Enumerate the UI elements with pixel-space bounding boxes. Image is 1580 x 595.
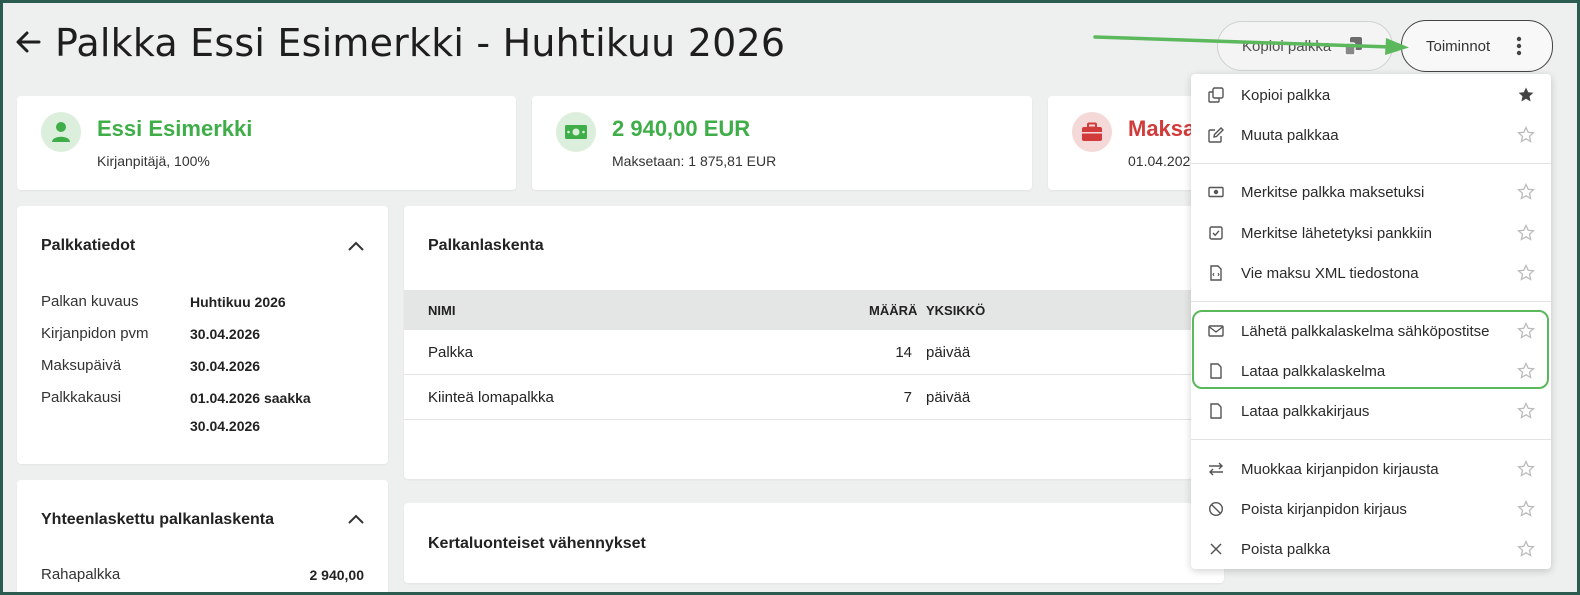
column-header-amount: MÄÄRÄ (869, 303, 918, 318)
chevron-up-icon[interactable] (348, 241, 364, 251)
menu-item-edit-posting[interactable]: Muokkaa kirjanpidon kirjausta (1191, 449, 1551, 489)
app-window: Palkka Essi Esimerkki - Huhtikuu 2026 Ko… (3, 3, 1577, 592)
person-icon (41, 112, 81, 152)
cell-amount: 7 (903, 389, 912, 406)
star-filled-icon[interactable] (1517, 86, 1535, 104)
star-outline-icon[interactable] (1517, 224, 1535, 242)
briefcase-icon (1072, 112, 1112, 152)
page-title: Palkka Essi Esimerkki - Huhtikuu 2026 (55, 21, 786, 65)
employee-summary-card: Essi Esimerkki Kirjanpitäjä, 100% (17, 96, 516, 190)
kv-label: Palkkakausi (41, 389, 122, 406)
kv-value: 30.04.2026 (190, 358, 261, 374)
menu-item-label: Merkitse lähetetyksi pankkiin (1241, 225, 1432, 242)
menu-divider (1191, 301, 1551, 302)
table-header: NIMI MÄÄRÄ YKSIKKÖ (404, 290, 1224, 330)
edit-icon (1208, 127, 1224, 143)
kv-label: Palkan kuvaus (41, 293, 139, 310)
summary-calc-panel: Yhteenlaskettu palkanlaskenta Rahapalkka… (17, 480, 388, 592)
cell-unit: päivää (926, 344, 971, 361)
column-header-name: NIMI (428, 303, 456, 318)
menu-item-label: Poista palkka (1241, 541, 1331, 558)
xml-file-icon (1210, 265, 1222, 281)
kv-label: Maksupäivä (41, 357, 122, 374)
back-arrow-icon[interactable] (13, 27, 43, 57)
menu-item-label: Merkitse palkka maksetuksi (1241, 184, 1425, 201)
table-row[interactable]: Palkka 14 päivää (404, 330, 1224, 375)
employee-name: Essi Esimerkki (97, 116, 253, 141)
menu-item-copy-salary[interactable]: Kopioi palkka (1191, 75, 1551, 115)
menu-item-label: Poista kirjanpidon kirjaus (1241, 501, 1407, 518)
star-outline-icon[interactable] (1517, 264, 1535, 282)
file-icon (1210, 403, 1222, 419)
ban-icon (1208, 501, 1224, 517)
menu-item-delete-salary[interactable]: Poista palkka (1191, 529, 1551, 569)
gross-amount: 2 940,00 EUR (612, 116, 751, 141)
menu-item-download-posting[interactable]: Lataa palkkakirjaus (1191, 391, 1551, 431)
star-outline-icon[interactable] (1517, 500, 1535, 518)
kv-label: Kirjanpidon pvm (41, 325, 149, 342)
menu-item-label: Muuta palkkaa (1241, 127, 1339, 144)
annotation-highlight-box (1192, 310, 1549, 389)
kv-value: 01.04.2026 saakka (190, 390, 311, 406)
deductions-panel: Kertaluonteiset vähennykset (404, 503, 1224, 583)
star-outline-icon[interactable] (1517, 460, 1535, 478)
cell-name: Palkka (428, 344, 474, 361)
menu-item-label: Muokkaa kirjanpidon kirjausta (1241, 461, 1439, 478)
table-row[interactable]: Kiinteä lomapalkka 7 päivää (404, 375, 1224, 420)
kv-value: 2 940,00 (309, 567, 365, 583)
cell-unit: päivää (926, 389, 971, 406)
menu-item-label: Lataa palkkakirjaus (1241, 403, 1370, 420)
menu-divider (1191, 163, 1551, 164)
net-amount: Maksetaan: 1 875,81 EUR (612, 153, 777, 169)
menu-item-export-xml[interactable]: Vie maksu XML tiedostona (1191, 253, 1551, 293)
kv-label: Rahapalkka (41, 566, 121, 583)
salary-info-title: Palkkatiedot (41, 237, 136, 254)
actions-button[interactable]: Toiminnot (1401, 20, 1553, 72)
payment-status: Maksa (1128, 116, 1196, 141)
menu-item-delete-posting[interactable]: Poista kirjanpidon kirjaus (1191, 489, 1551, 529)
star-outline-icon[interactable] (1517, 540, 1535, 558)
kv-value: 30.04.2026 (190, 326, 261, 342)
cash-icon (1208, 186, 1224, 198)
menu-item-label: Vie maksu XML tiedostona (1241, 265, 1419, 282)
amount-summary-card: 2 940,00 EUR Maksetaan: 1 875,81 EUR (532, 96, 1032, 190)
star-outline-icon[interactable] (1517, 402, 1535, 420)
menu-item-mark-sent-to-bank[interactable]: Merkitse lähetetyksi pankkiin (1191, 213, 1551, 253)
payroll-calc-panel: Palkanlaskenta NIMI MÄÄRÄ YKSIKKÖ Palkka… (404, 206, 1224, 479)
kv-value: 30.04.2026 (190, 418, 261, 434)
menu-item-mark-paid[interactable]: Merkitse palkka maksetuksi (1191, 172, 1551, 212)
chevron-up-icon[interactable] (348, 514, 364, 524)
summary-calc-title: Yhteenlaskettu palkanlaskenta (41, 511, 274, 528)
column-header-unit: YKSIKKÖ (926, 303, 986, 318)
money-icon (556, 112, 596, 152)
menu-item-label: Kopioi palkka (1241, 87, 1331, 104)
close-icon (1210, 543, 1222, 555)
kv-value: Huhtikuu 2026 (190, 294, 286, 310)
menu-item-edit-salary[interactable]: Muuta palkkaa (1191, 115, 1551, 155)
payment-date: 01.04.202 (1128, 153, 1191, 169)
star-outline-icon[interactable] (1517, 126, 1535, 144)
star-outline-icon[interactable] (1517, 183, 1535, 201)
more-vertical-icon (1516, 36, 1522, 56)
salary-info-panel: Palkkatiedot Palkan kuvaus Huhtikuu 2026… (17, 206, 388, 464)
payroll-calc-title: Palkanlaskenta (428, 237, 544, 254)
checkbox-icon (1209, 226, 1223, 240)
employee-role: Kirjanpitäjä, 100% (97, 153, 210, 169)
swap-icon (1209, 462, 1223, 476)
annotation-arrow (1093, 35, 1409, 55)
copy-icon (1208, 87, 1224, 103)
menu-divider (1191, 439, 1551, 440)
deductions-title: Kertaluonteiset vähennykset (428, 535, 646, 552)
cell-name: Kiinteä lomapalkka (428, 389, 554, 406)
actions-label: Toiminnot (1426, 37, 1491, 55)
cell-amount: 14 (895, 344, 912, 361)
